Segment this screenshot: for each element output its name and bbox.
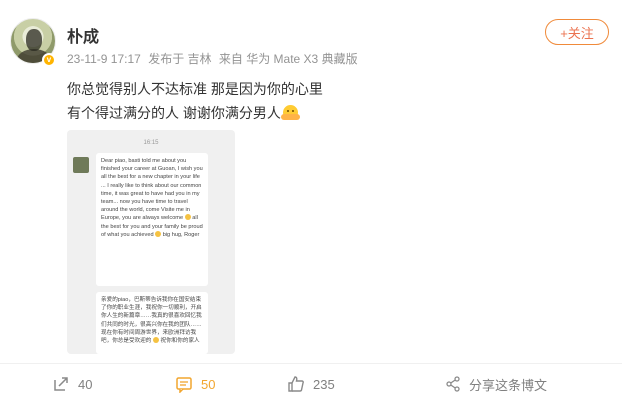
comment-button[interactable]: 50 [175,370,215,398]
like-button[interactable]: 235 [287,370,335,398]
post-text-line1: 你总觉得别人不达标准 那是因为你的心里 [67,81,323,97]
username[interactable]: 朴成 [67,23,99,47]
post-text-line2: 有个得过满分的人 谢谢你满分男人 [67,105,281,121]
post-date[interactable]: 23-11-9 17:17 [67,52,141,66]
weibo-post-card: v 朴成 23-11-9 17:17 发布于 吉林 来自 华为 Mate X3 … [0,0,622,405]
post-text: 你总觉得别人不达标准 那是因为你的心里 有个得过满分的人 谢谢你满分男人 [67,77,587,125]
chat-bubble-chinese: 亲爱的piao，巴斯蒂告诉我你在国安结束了你的职业生涯，我祝你一切顺利，开启你人… [96,292,208,354]
comment-count: 50 [201,376,216,392]
share-label: 分享这条博文 [469,377,548,393]
chat-message-zh-tail: 祝你和你的家人 [160,338,200,345]
repost-icon [54,377,68,391]
post-text-line2-wrap: 有个得过满分的人 谢谢你满分男人 [67,101,587,125]
chat-message-zh: 亲爱的piao，巴斯蒂告诉我你在国安结束了你的职业生涯，我祝你一切顺利，开启你人… [101,297,202,345]
post-image[interactable]: 16:15 Dear piao, basti told me about you… [67,130,235,354]
repost-button[interactable]: 40 [52,370,92,398]
chat-avatar [73,157,89,173]
smile-emoji-icon [152,337,159,344]
share-icon [446,376,460,392]
share-button[interactable]: 分享这条博文 [445,370,547,398]
repost-count: 40 [78,376,93,392]
hug-emoji-icon [280,105,300,120]
strong-arm-emoji-icon [155,230,162,237]
avatar-face [26,29,42,51]
thumbs-up-icon [288,376,304,392]
footer-divider [0,363,622,364]
smile-emoji-icon [184,214,191,221]
chat-time: 16:15 [143,140,159,146]
verified-badge-icon: v [42,53,56,67]
chat-message-en-sign: big hug, Roger [162,231,200,238]
post-device: 来自 华为 Mate X3 典藏版 [218,52,358,66]
follow-button[interactable]: +关注 [545,19,609,45]
follow-label: +关注 [560,25,594,41]
comment-icon [176,377,192,393]
publish-location: 发布于 吉林 [148,52,212,66]
chat-message-en: Dear piao, basti told me about you finis… [101,158,203,222]
post-meta: 23-11-9 17:17 发布于 吉林 来自 华为 Mate X3 典藏版 [67,50,362,67]
chat-bubble-english: Dear piao, basti told me about you finis… [96,153,208,286]
like-count: 235 [313,376,335,392]
